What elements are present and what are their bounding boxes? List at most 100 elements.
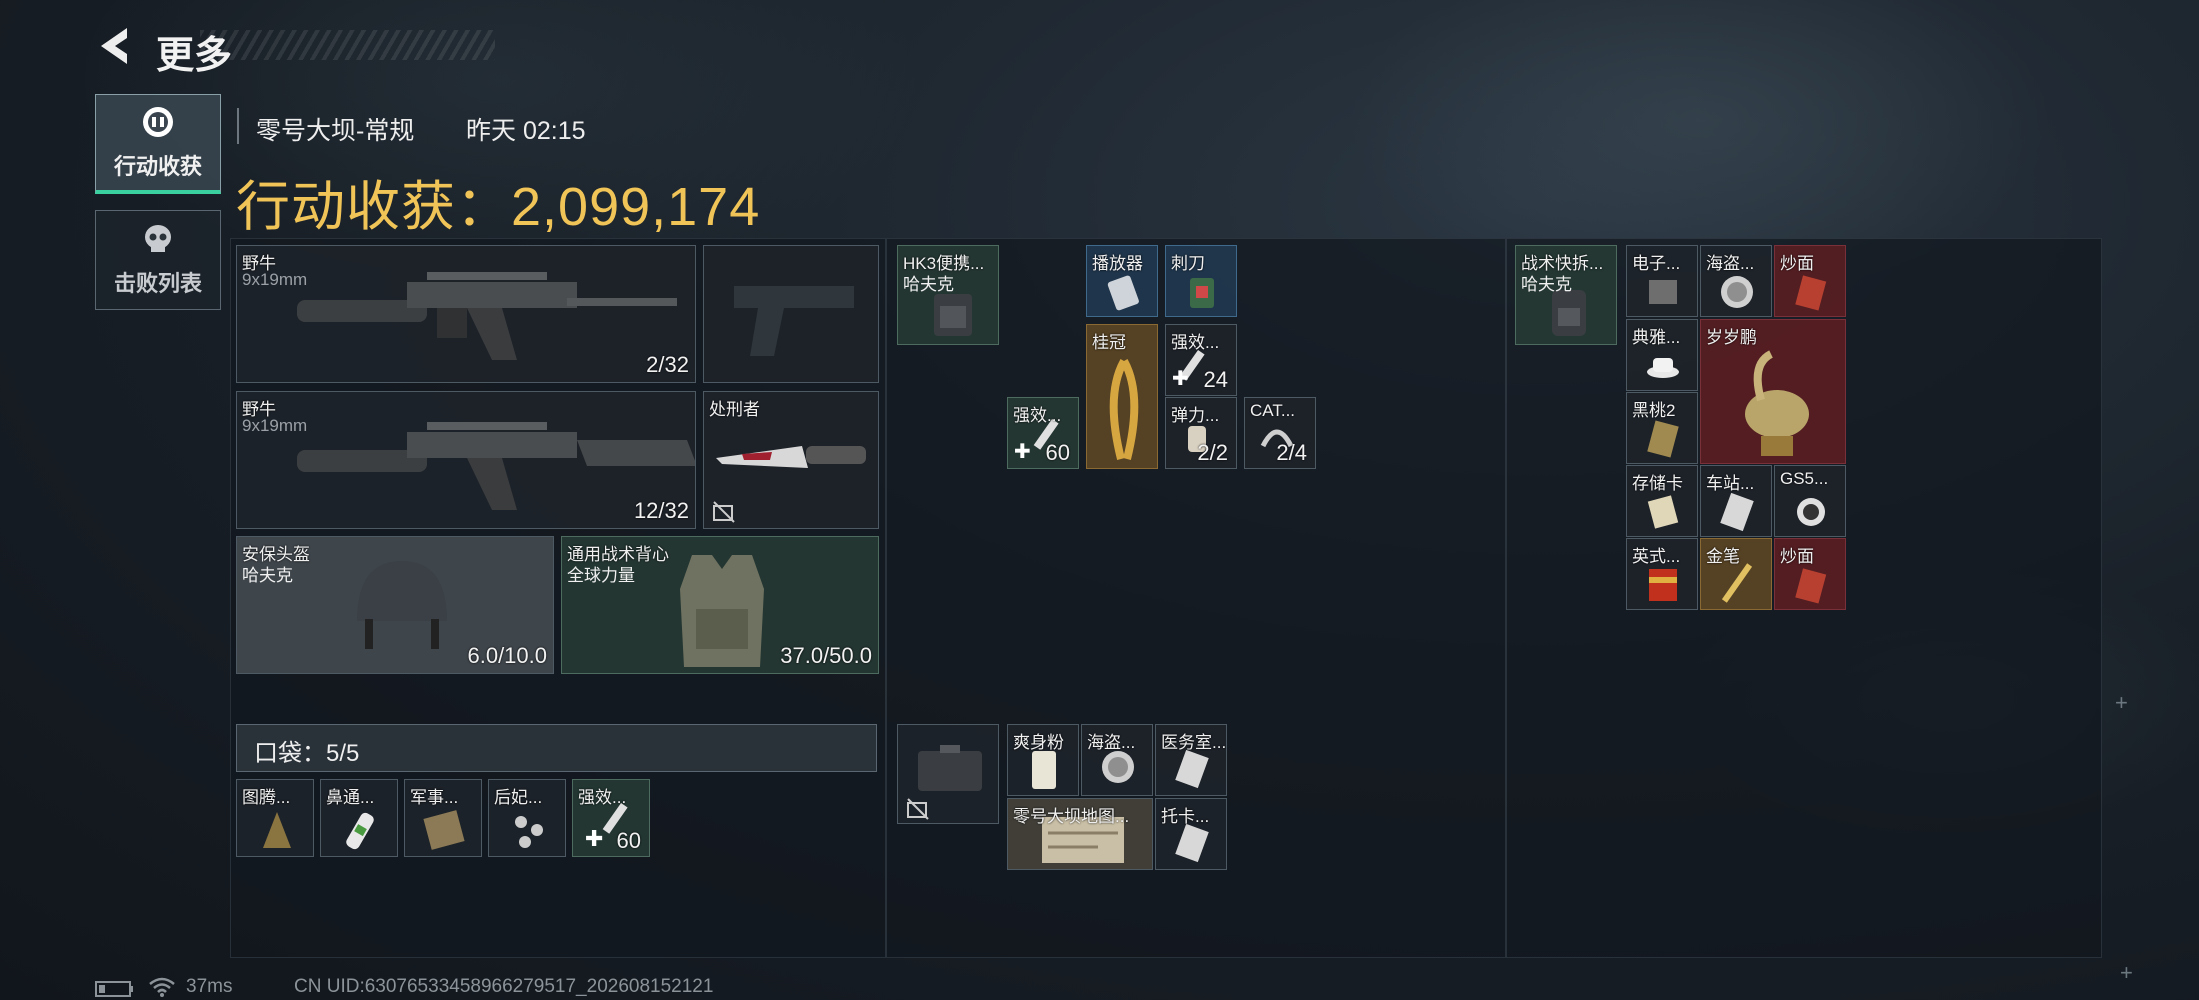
item-name: 图腾... [242, 788, 291, 807]
corner-mark: + [2115, 690, 2128, 715]
item-qty: 60 [1045, 440, 1070, 465]
no-insure-icon [713, 501, 735, 523]
backpack-item[interactable]: 电子... [1626, 245, 1698, 317]
station-card-icon [1720, 492, 1754, 532]
chest-item[interactable]: 刺刀 [1165, 245, 1237, 317]
item-name: CAT... [1250, 401, 1296, 420]
playing-card-icon [1647, 420, 1679, 458]
tab-loot[interactable]: 行动收获 [95, 94, 221, 194]
tea-tin-icon [1649, 569, 1677, 601]
card-icon [1175, 823, 1209, 863]
item-name: 弹力... [1171, 406, 1220, 425]
backpack-item[interactable]: 存储卡 [1626, 465, 1698, 537]
backpack-item[interactable]: 炒面 [1774, 538, 1846, 610]
backpack-item[interactable]: 炒面 [1774, 245, 1846, 317]
item-name: 军事... [410, 788, 459, 807]
backpack-item[interactable]: 车站... [1700, 465, 1772, 537]
heal-plus-icon: ✚ [1172, 368, 1189, 390]
item-name: GS5... [1780, 469, 1829, 488]
corner-mark: + [2120, 960, 2133, 985]
page-title[interactable]: 更多 [156, 24, 232, 79]
laurel-crown-icon [1109, 359, 1139, 460]
chest-item[interactable]: 强效... ✚ 60 [1007, 397, 1079, 469]
player-uid: CN UID:63076533458966279517_202608152121 [294, 976, 714, 997]
military-doc-icon [423, 810, 465, 850]
backpack-item[interactable]: 金笔 [1700, 538, 1772, 610]
item-name: 炒面 [1780, 254, 1814, 273]
item-name: 英式... [1632, 547, 1681, 566]
loot-value: 行动收获：2,099,174 [236, 177, 761, 237]
heal-plus-icon: ✚ [1014, 441, 1031, 463]
item-name: 刺刀 [1171, 254, 1205, 273]
pocket-item[interactable]: 鼻通... [320, 779, 398, 857]
melee-slot[interactable]: 处刑者 [703, 391, 879, 529]
chest-item[interactable]: 弹力... 2/2 [1165, 397, 1237, 469]
item-name: 岁岁鹏 [1706, 328, 1757, 347]
item-name: 播放器 [1092, 254, 1143, 273]
case-item[interactable]: 爽身粉 [1007, 724, 1079, 796]
chest-item[interactable]: 桂冠 [1086, 324, 1158, 469]
no-insure-icon [907, 798, 929, 820]
item-qty: 60 [616, 828, 641, 853]
memory-card-icon [1647, 495, 1679, 529]
backpack-item[interactable]: 黑桃2 [1626, 392, 1698, 464]
safe-case-slot[interactable] [897, 724, 999, 824]
map-name: 零号大坝-常规 [256, 117, 415, 145]
chest-item[interactable]: 强效... ✚ 24 [1165, 324, 1237, 396]
pistol-slot-empty[interactable] [703, 245, 879, 383]
chest-item[interactable]: CAT... 2/4 [1244, 397, 1316, 469]
helmet-brand: 哈夫克 [242, 566, 293, 585]
armor-slot[interactable]: 通用战术背心 全球力量 37.0/50.0 [561, 536, 879, 674]
backpack-item[interactable]: 海盗... [1700, 245, 1772, 317]
backpack-slot[interactable]: 战术快拆... 哈夫克 [1515, 245, 1617, 345]
item-qty: 2/4 [1276, 440, 1307, 465]
helmet-slot[interactable]: 安保头盔 哈夫克 6.0/10.0 [236, 536, 554, 674]
bag-brand: 哈夫克 [1521, 275, 1572, 294]
backpack-item[interactable]: 英式... [1626, 538, 1698, 610]
backpack-item[interactable]: GS5... [1774, 465, 1846, 537]
chest-rig-slot[interactable]: HK3便携... 哈夫克 [897, 245, 999, 345]
item-name: 强效... [578, 788, 627, 807]
rig-brand: 哈夫克 [903, 275, 954, 294]
player-icon [1107, 275, 1139, 311]
item-qty: 24 [1203, 367, 1228, 392]
item-name: 强效... [1171, 333, 1220, 352]
back-arrow-icon[interactable] [95, 24, 135, 68]
item-name: 车站... [1706, 474, 1755, 493]
case-item[interactable]: 医务室... [1155, 724, 1227, 796]
item-name: 黑桃2 [1632, 401, 1676, 420]
match-time: 昨天 02:15 [466, 117, 586, 145]
tab-loot-label: 行动收获 [113, 153, 202, 179]
case-item[interactable]: 零号大坝地图... [1007, 798, 1153, 870]
pocket-title: 口袋： [254, 740, 326, 767]
pocket-item[interactable]: 后妃... [488, 779, 566, 857]
inhaler-icon [346, 812, 374, 850]
item-name: 鼻通... [326, 788, 375, 807]
melee-name: 处刑者 [709, 400, 760, 419]
pocket-item[interactable]: 军事... [404, 779, 482, 857]
pocket-label: 口袋：5/5 [254, 733, 359, 768]
pocket-item[interactable]: 图腾... [236, 779, 314, 857]
pocket-item[interactable]: 强效... ✚ 60 [572, 779, 650, 857]
ping: 37ms [186, 976, 233, 997]
backpack-item[interactable]: 典雅... [1626, 319, 1698, 391]
weapon-slot-2[interactable]: 野牛 9x19mm 12/32 [236, 391, 696, 529]
armor-durability: 37.0/50.0 [780, 643, 872, 668]
tab-kills-label: 击败列表 [113, 271, 202, 296]
case-item[interactable]: 海盗... [1081, 724, 1153, 796]
wifi-icon [149, 977, 175, 997]
chest-item[interactable]: 播放器 [1086, 245, 1158, 317]
tab-kills[interactable]: 击败列表 [95, 210, 221, 310]
noodles-icon [1795, 275, 1827, 311]
item-name: 强效... [1013, 406, 1062, 425]
backpack-item[interactable]: 岁岁鹏 [1700, 319, 1846, 464]
helmet-durability: 6.0/10.0 [467, 643, 547, 668]
item-name: 炒面 [1780, 547, 1814, 566]
item-qty: 2/2 [1197, 440, 1228, 465]
teacup-icon [1647, 358, 1679, 378]
weapon-slot-1[interactable]: 野牛 9x19mm 2/32 [236, 245, 696, 383]
weapon-ammo-count: 2/32 [646, 352, 689, 377]
item-name: 零号大坝地图... [1013, 807, 1130, 826]
case-item[interactable]: 托卡... [1155, 798, 1227, 870]
item-name: 海盗... [1087, 733, 1136, 752]
